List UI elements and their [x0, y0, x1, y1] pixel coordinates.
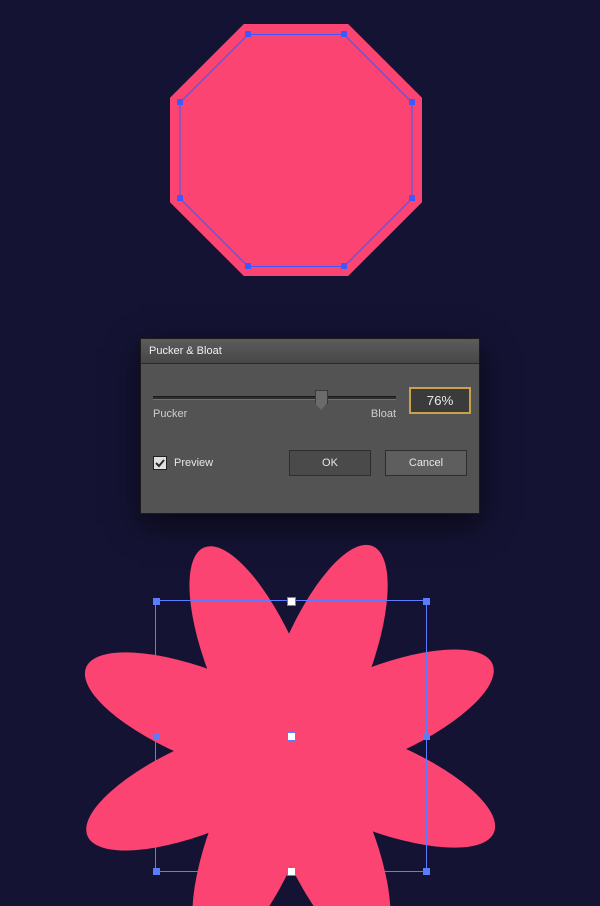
label-bloat: Bloat: [371, 408, 396, 420]
pucker-bloat-slider-track[interactable]: [153, 396, 396, 400]
selection-bounding-box: [155, 600, 427, 872]
slider-labels: Pucker Bloat: [153, 408, 396, 420]
flower-shape[interactable]: [70, 530, 510, 906]
check-icon: [155, 458, 165, 468]
canvas-stage: Pucker & Bloat Pucker Bloat Preview OK C…: [0, 0, 600, 906]
dialog-title: Pucker & Bloat: [149, 345, 222, 357]
slider-thumb[interactable]: [315, 390, 328, 404]
cancel-button[interactable]: Cancel: [385, 450, 467, 476]
dialog-body: Pucker Bloat Preview OK Cancel: [141, 364, 479, 488]
ok-button[interactable]: OK: [289, 450, 371, 476]
pucker-bloat-dialog: Pucker & Bloat Pucker Bloat Preview OK C…: [140, 338, 480, 514]
pucker-bloat-value-input[interactable]: [409, 387, 471, 414]
dialog-titlebar[interactable]: Pucker & Bloat: [141, 339, 479, 364]
preview-checkbox[interactable]: [153, 456, 167, 470]
label-pucker: Pucker: [153, 408, 187, 420]
octagon-shape[interactable]: [170, 24, 422, 276]
preview-label: Preview: [174, 457, 213, 469]
